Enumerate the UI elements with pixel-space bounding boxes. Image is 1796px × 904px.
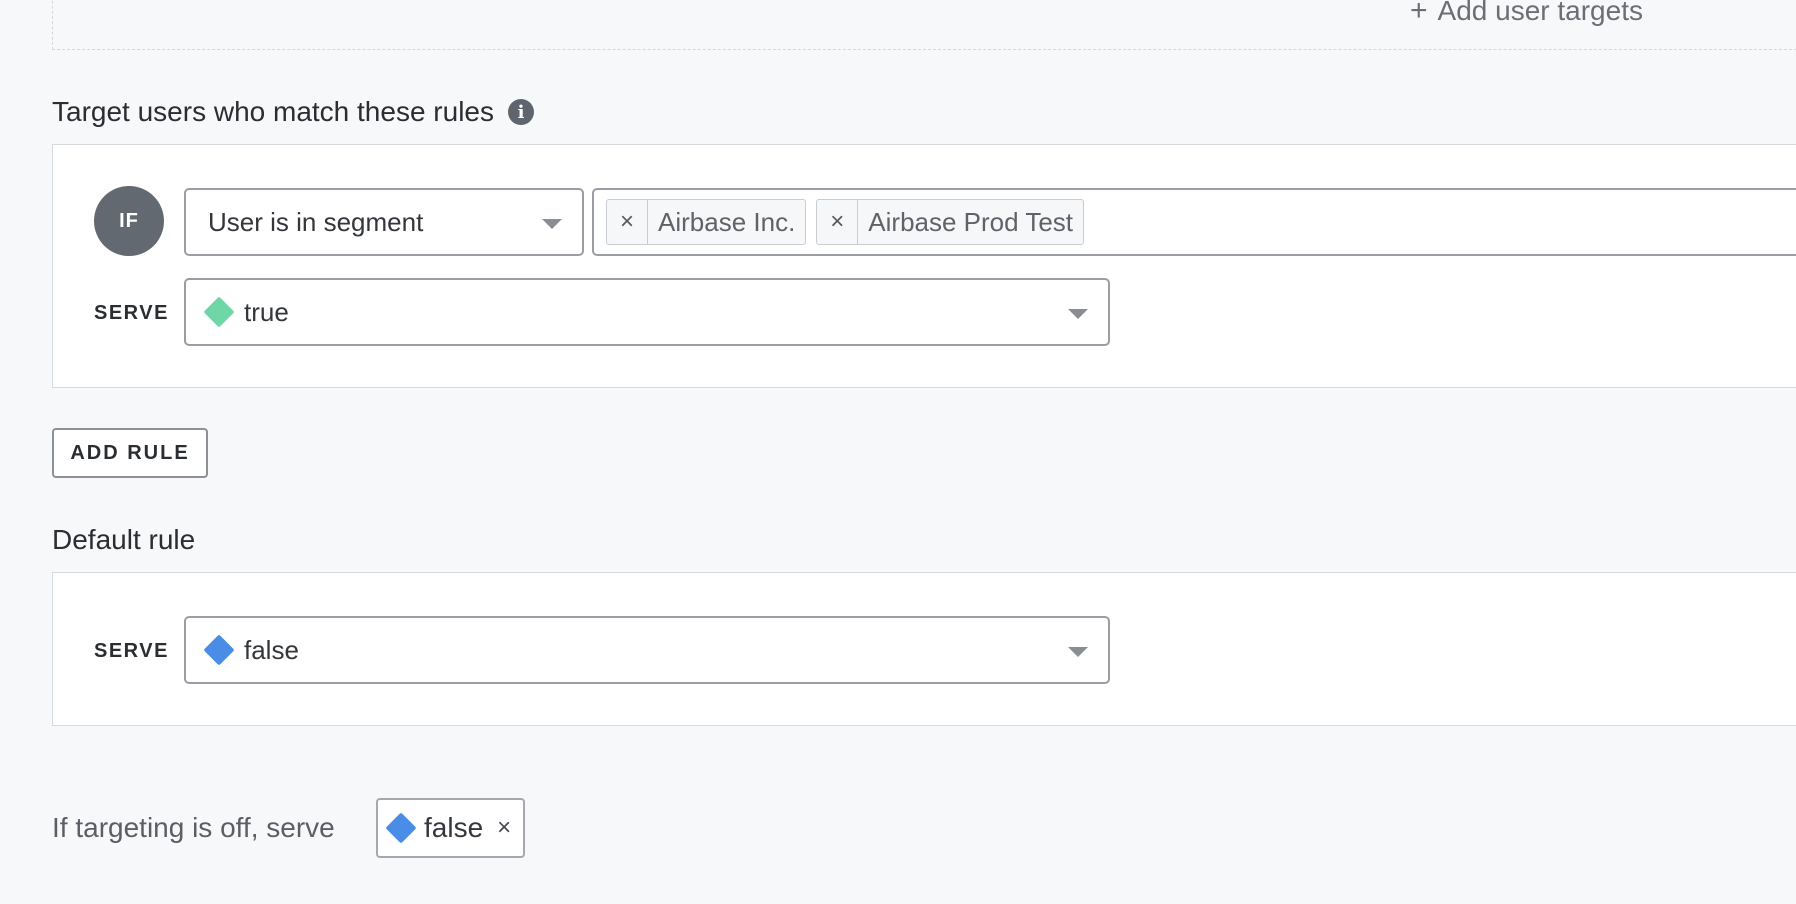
remove-tag-icon[interactable]: × xyxy=(817,200,859,244)
default-rule-title-row: Default rule xyxy=(52,524,195,556)
caret-down-icon xyxy=(542,219,562,229)
off-variation-select[interactable]: false × xyxy=(376,798,526,858)
default-serve-value: false xyxy=(244,634,299,665)
segment-tag: × Airbase Inc. xyxy=(606,199,807,245)
rules-section-title: Target users who match these rules xyxy=(52,96,494,127)
remove-tag-icon[interactable]: × xyxy=(607,200,648,244)
default-serve-select[interactable]: false xyxy=(184,616,1110,684)
segment-tag: × Airbase Prod Test xyxy=(816,199,1085,245)
add-rule-button[interactable]: ADD RULE xyxy=(52,428,208,478)
off-variation-value: false xyxy=(424,812,484,843)
caret-down-icon xyxy=(1068,309,1088,319)
clear-icon[interactable]: × xyxy=(497,814,511,842)
segment-tag-label: Airbase Inc. xyxy=(658,206,796,237)
info-icon[interactable]: i xyxy=(507,99,534,125)
plus-icon: + xyxy=(1410,0,1428,27)
segment-tag-label: Airbase Prod Test xyxy=(868,206,1074,237)
rule-panel xyxy=(52,144,1796,388)
add-user-targets-button[interactable]: + Add user targets xyxy=(1410,0,1643,28)
caret-down-icon xyxy=(1068,647,1088,657)
serve-label: SERVE xyxy=(94,640,169,662)
rule-serve-value: true xyxy=(244,296,289,327)
variation-false-icon xyxy=(385,812,417,844)
serve-label: SERVE xyxy=(94,302,169,324)
rules-section-title-row: Target users who match these rules i xyxy=(52,96,534,128)
off-variation-text: If targeting is off, serve xyxy=(52,812,335,843)
default-rule-title: Default rule xyxy=(52,524,196,555)
clause-operator-value: User is in segment xyxy=(208,206,424,237)
if-badge: IF xyxy=(94,186,164,256)
variation-true-icon xyxy=(203,296,235,328)
rule-serve-select[interactable]: true xyxy=(184,278,1110,346)
clause-operator-select[interactable]: User is in segment xyxy=(184,188,584,256)
add-user-targets-label: Add user targets xyxy=(1437,0,1643,26)
variation-false-icon xyxy=(203,634,235,666)
segment-multiselect[interactable]: × Airbase Inc. × Airbase Prod Test xyxy=(592,188,1796,256)
